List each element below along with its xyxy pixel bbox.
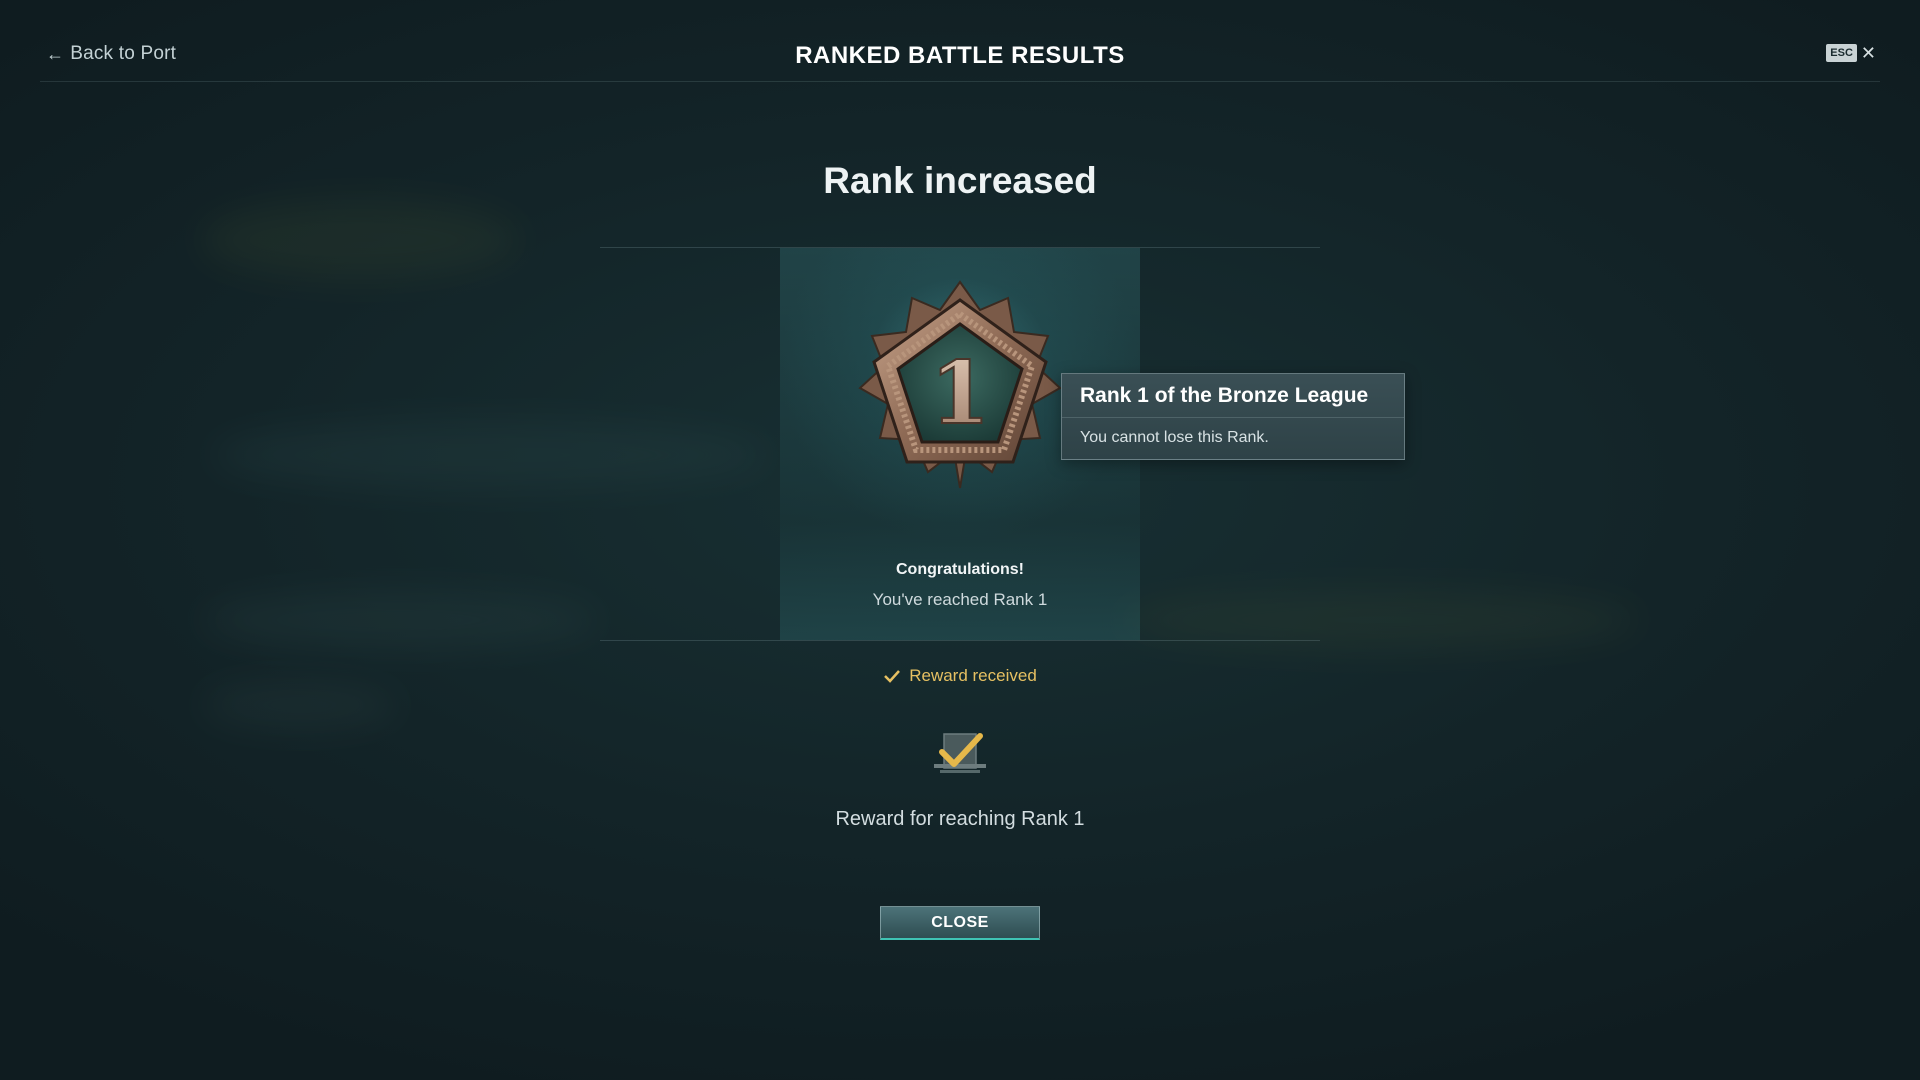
reward-caption: Reward for reaching Rank 1 (835, 808, 1085, 830)
page-title: RANKED BATTLE RESULTS (795, 42, 1125, 69)
tooltip-title: Rank 1 of the Bronze League (1062, 374, 1404, 418)
close-icon: ✕ (1860, 43, 1876, 63)
reward-received-icon (934, 733, 986, 773)
tooltip-body: You cannot lose this Rank. (1080, 429, 1269, 446)
congratulations-text: Congratulations! (896, 561, 1024, 578)
divider (600, 640, 1320, 641)
top-bar: ← Back to Port RANKED BATTLE RESULTS ESC… (40, 0, 1880, 82)
background-blur (210, 420, 770, 490)
rank-number: 1 (930, 343, 990, 444)
checkmark-icon (884, 670, 901, 683)
background-blur (200, 200, 520, 280)
reward-status: Reward received (0, 666, 1920, 686)
rank-emblem-icon[interactable]: 1 (858, 280, 1062, 490)
esc-key-badge: ESC (1826, 44, 1857, 62)
rank-tooltip: Rank 1 of the Bronze League You cannot l… (1061, 373, 1405, 460)
esc-close-button[interactable]: ESC ✕ (1826, 44, 1876, 62)
rank-reached-text: You've reached Rank 1 (872, 590, 1048, 609)
result-heading: Rank increased (823, 160, 1097, 201)
close-button[interactable]: CLOSE (880, 906, 1040, 940)
background-blur (200, 680, 400, 730)
reward-status-label: Reward received (909, 666, 1037, 685)
